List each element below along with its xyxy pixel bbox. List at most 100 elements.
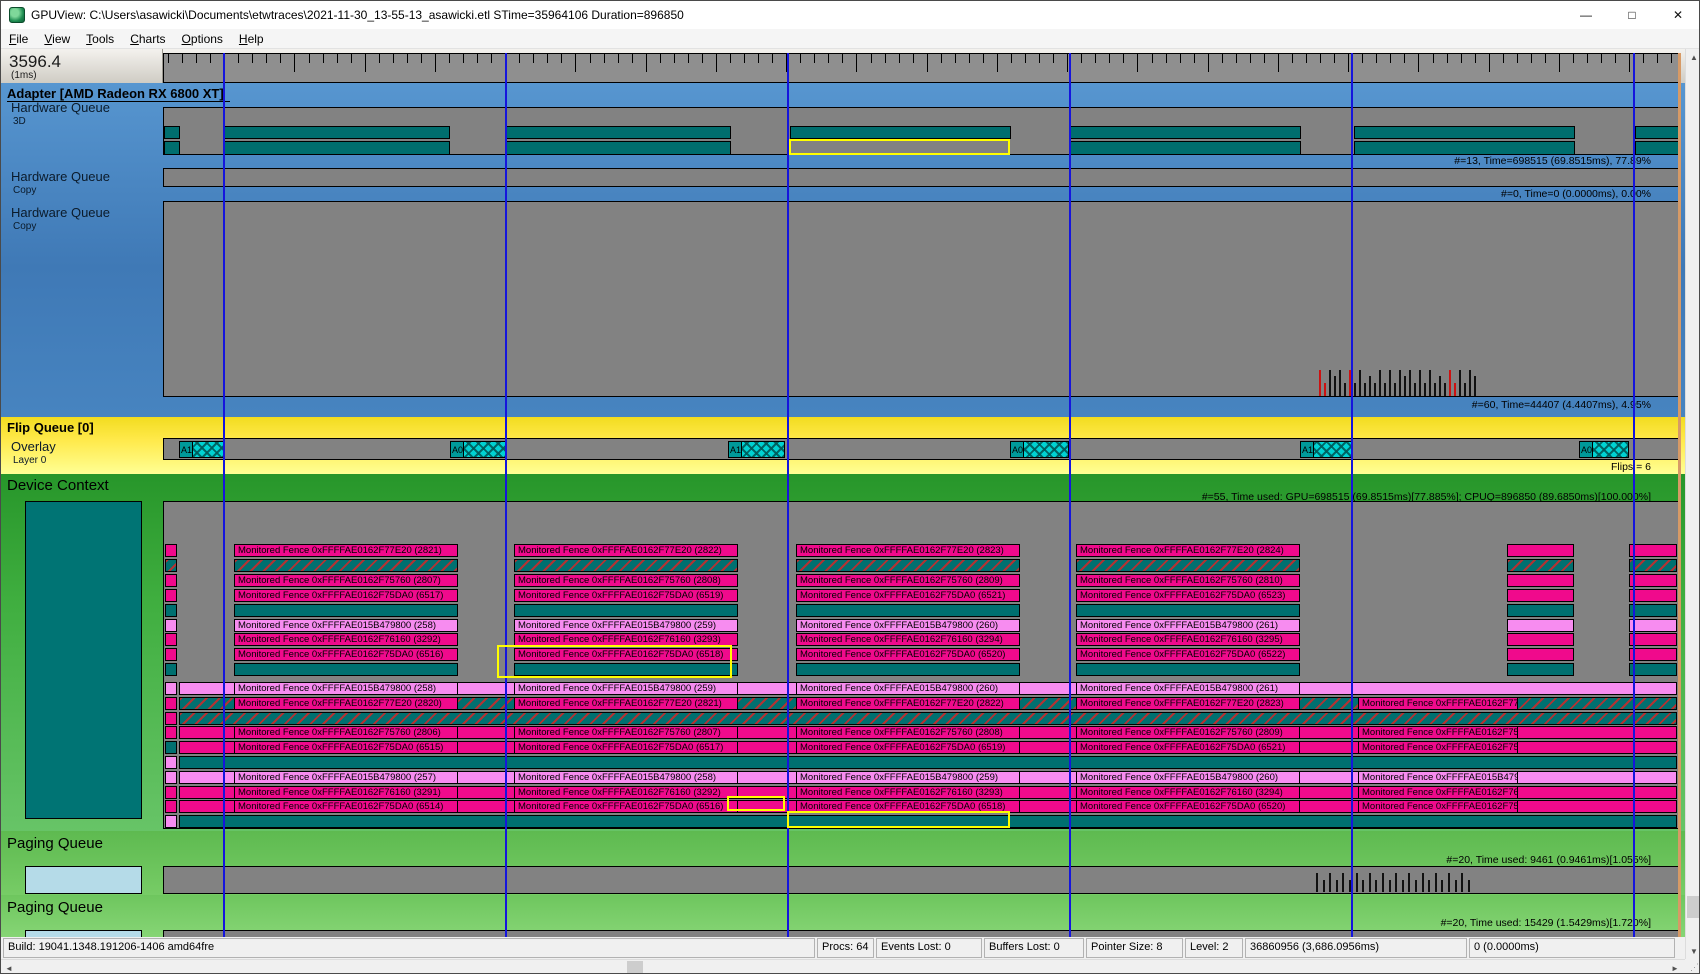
paging-packet-tick[interactable] [1428, 880, 1430, 892]
dma-packet-tick[interactable] [1459, 370, 1461, 396]
gpu-packet-bar[interactable] [1354, 141, 1575, 155]
resize-corner[interactable]: ⋰ [1685, 959, 1700, 974]
fence-bar[interactable]: Monitored Fence 0xFFFFAE0162F75760 (2806… [234, 726, 458, 739]
fence-bar[interactable]: Monitored Fence 0xFFFFAE0162F75760 (2807… [234, 574, 458, 587]
gpu-packet-bar[interactable] [164, 141, 180, 155]
fence-bar[interactable] [1629, 589, 1677, 602]
paging-packet-tick[interactable] [1395, 873, 1397, 892]
gpu-packet-bar[interactable] [506, 141, 731, 155]
dma-packet-tick[interactable] [1359, 370, 1361, 396]
fence-bar[interactable] [1629, 648, 1677, 661]
fence-bar[interactable] [796, 559, 1020, 572]
fence-bar[interactable]: Monitored Fence 0xFFFFAE0162F75760 (2809… [796, 574, 1020, 587]
fence-bar[interactable]: Monitored Fence 0xFFFFAE0162F77E20 (2824… [1358, 697, 1518, 710]
fence-bar[interactable]: Monitored Fence 0xFFFFAE0162F76160 (3294… [1076, 786, 1300, 799]
paging-packet-tick[interactable] [1448, 873, 1450, 892]
menu-item-view[interactable]: View [36, 30, 78, 48]
flip-packet-bar[interactable]: A0 [450, 441, 507, 458]
fence-cell[interactable] [165, 726, 177, 739]
scroll-down-icon[interactable]: ▼ [1686, 943, 1700, 959]
fence-base-bar[interactable] [179, 712, 1677, 725]
flip-queue-track[interactable]: A1A0A1A0A1A0 [163, 438, 1679, 460]
paging-packet-tick[interactable] [1402, 880, 1404, 892]
menu-item-file[interactable]: File [1, 30, 36, 48]
fence-cell[interactable] [165, 604, 177, 617]
gpu-packet-bar[interactable] [1070, 141, 1301, 155]
fence-bar[interactable]: Monitored Fence 0xFFFFAE0162F75760 (2807… [514, 726, 738, 739]
fence-bar[interactable]: Monitored Fence 0xFFFFAE015B479800 (261) [1358, 771, 1518, 784]
fence-bar[interactable]: Monitored Fence 0xFFFFAE0162F76160 (3293… [796, 786, 1020, 799]
fence-bar[interactable] [1629, 619, 1677, 632]
fence-bar[interactable]: Monitored Fence 0xFFFFAE015B479800 (259) [796, 771, 1020, 784]
fence-bar[interactable]: Monitored Fence 0xFFFFAE0162F77E20 (2822… [796, 697, 1020, 710]
paging-packet-tick[interactable] [1408, 873, 1410, 892]
selection-highlight[interactable] [787, 811, 1010, 828]
fence-bar[interactable]: Monitored Fence 0xFFFFAE0162F76160 (3294… [796, 633, 1020, 646]
fence-bar[interactable]: Monitored Fence 0xFFFFAE0162F76160 (3292… [234, 633, 458, 646]
dma-packet-tick[interactable] [1394, 383, 1396, 396]
fence-cell[interactable] [165, 786, 177, 799]
fence-cell[interactable] [165, 559, 177, 572]
fence-bar[interactable]: Monitored Fence 0xFFFFAE0162F75DA0 (6521… [796, 589, 1020, 602]
hw-queue-copy2-track[interactable] [163, 201, 1679, 397]
paging-packet-tick[interactable] [1415, 880, 1417, 892]
close-button[interactable]: ✕ [1655, 1, 1700, 29]
dma-packet-tick[interactable] [1334, 376, 1336, 396]
fence-bar[interactable]: Monitored Fence 0xFFFFAE0162F77E20 (2822… [514, 544, 738, 557]
gpu-packet-bar[interactable] [1070, 126, 1301, 139]
fence-bar[interactable] [1629, 604, 1677, 617]
paging-queue-1-track[interactable] [163, 866, 1679, 894]
paging-packet-tick[interactable] [1356, 873, 1358, 892]
dma-packet-tick[interactable] [1454, 383, 1456, 396]
fence-bar[interactable]: Monitored Fence 0xFFFFAE0162F76160 (3295… [1076, 633, 1300, 646]
device-context-track[interactable]: Monitored Fence 0xFFFFAE0162F77E20 (2821… [163, 501, 1679, 829]
dma-packet-tick[interactable] [1329, 370, 1331, 396]
fence-bar[interactable]: Monitored Fence 0xFFFFAE015B479800 (258) [514, 771, 738, 784]
dma-packet-tick[interactable] [1449, 370, 1451, 396]
fence-bar[interactable]: Monitored Fence 0xFFFFAE0162F75DA0 (6523… [1076, 589, 1300, 602]
flip-packet-bar[interactable]: A1 [179, 441, 225, 458]
gpu-packet-bar[interactable] [224, 126, 450, 139]
fence-bar[interactable] [234, 663, 458, 676]
gpu-packet-bar[interactable] [224, 141, 450, 155]
menu-item-help[interactable]: Help [231, 30, 272, 48]
fence-bar[interactable] [1076, 663, 1300, 676]
fence-bar[interactable] [796, 604, 1020, 617]
dma-packet-tick[interactable] [1474, 376, 1476, 396]
fence-cell[interactable] [165, 815, 177, 828]
paging-packet-tick[interactable] [1422, 873, 1424, 892]
fence-bar[interactable]: Monitored Fence 0xFFFFAE0162F77E20 (2821… [514, 697, 738, 710]
dma-packet-tick[interactable] [1339, 370, 1341, 396]
dma-packet-tick[interactable] [1434, 383, 1436, 396]
dma-packet-tick[interactable] [1444, 383, 1446, 396]
fence-bar[interactable] [1629, 559, 1677, 572]
fence-bar[interactable]: Monitored Fence 0xFFFFAE0162F75DA0 (6520… [796, 648, 1020, 661]
fence-base-bar[interactable] [179, 756, 1677, 769]
dma-packet-tick[interactable] [1439, 376, 1441, 396]
horizontal-scrollbar[interactable]: ◄ ► [1, 959, 1685, 974]
dma-packet-tick[interactable] [1399, 370, 1401, 396]
fence-bar[interactable] [1507, 633, 1574, 646]
fence-bar[interactable] [1507, 663, 1574, 676]
fence-bar[interactable]: Monitored Fence 0xFFFFAE0162F75DA0 (6515… [234, 741, 458, 754]
fence-bar[interactable]: Monitored Fence 0xFFFFAE0162F75760 (2809… [1076, 726, 1300, 739]
gpu-packet-bar[interactable] [1354, 126, 1575, 139]
fence-bar[interactable] [1507, 604, 1574, 617]
fence-cell[interactable] [165, 800, 177, 813]
fence-bar[interactable]: Monitored Fence 0xFFFFAE0162F76160 (3295… [1358, 786, 1518, 799]
fence-bar[interactable] [1629, 633, 1677, 646]
fence-cell[interactable] [165, 682, 177, 695]
fence-bar[interactable]: Monitored Fence 0xFFFFAE015B479800 (259) [514, 682, 738, 695]
dma-packet-tick[interactable] [1389, 370, 1391, 396]
paging-packet-tick[interactable] [1375, 880, 1377, 892]
paging-packet-tick[interactable] [1369, 873, 1371, 892]
dma-packet-tick[interactable] [1414, 383, 1416, 396]
dma-packet-tick[interactable] [1464, 383, 1466, 396]
fence-bar[interactable] [1507, 619, 1574, 632]
paging-packet-tick[interactable] [1435, 873, 1437, 892]
fence-bar[interactable] [1076, 604, 1300, 617]
dma-packet-tick[interactable] [1404, 376, 1406, 396]
fence-cell[interactable] [165, 771, 177, 784]
fence-bar[interactable]: Monitored Fence 0xFFFFAE0162F75DA0 (6522… [1076, 648, 1300, 661]
fence-bar[interactable] [1076, 559, 1300, 572]
